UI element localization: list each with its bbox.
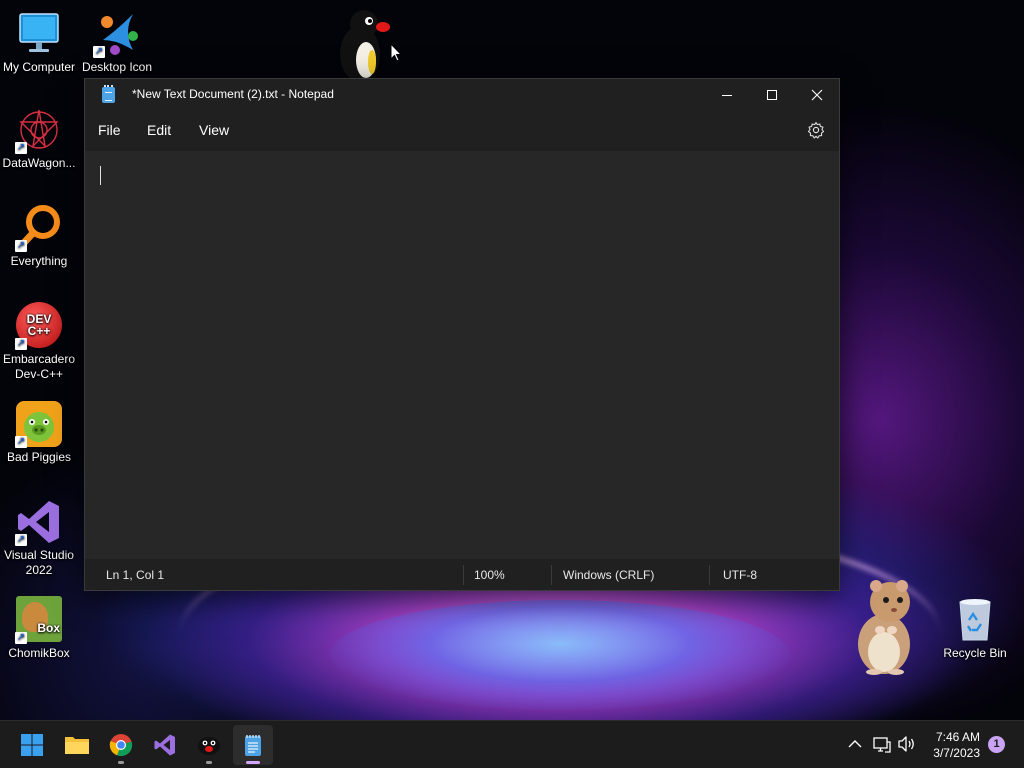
chomikbox-logo-text: Box bbox=[37, 621, 60, 635]
status-divider bbox=[551, 565, 552, 585]
notepad-icon bbox=[245, 735, 261, 756]
window-title: *New Text Document (2).txt - Notepad bbox=[132, 87, 334, 101]
menu-view[interactable]: View bbox=[199, 122, 229, 138]
desktop-icon-label: DataWagon... bbox=[2, 156, 76, 170]
desktop-icon-visual-studio[interactable]: ↗ Visual Studio 2022 bbox=[0, 498, 79, 578]
text-caret bbox=[100, 166, 101, 185]
visual-studio-icon bbox=[154, 734, 175, 756]
shortcut-arrow-icon: ↗ bbox=[15, 240, 27, 252]
running-indicator bbox=[118, 761, 124, 764]
minimize-button[interactable] bbox=[704, 79, 750, 111]
maximize-button[interactable] bbox=[749, 79, 795, 111]
notification-badge[interactable]: 1 bbox=[988, 736, 1005, 753]
maximize-icon bbox=[767, 90, 777, 100]
desktop-icon-label: Desktop Icon bbox=[81, 60, 153, 74]
taskbar-pingu[interactable] bbox=[189, 725, 229, 765]
desktop-icon-label: Recycle Bin bbox=[943, 646, 1007, 660]
volume-icon[interactable] bbox=[897, 734, 917, 754]
desktop-icon-everything[interactable]: ↗ Everything bbox=[0, 204, 79, 269]
recycle-bin-icon bbox=[951, 596, 999, 644]
taskbar: 7:46 AM 3/7/2023 1 bbox=[0, 720, 1024, 768]
desktop-icon-recycle-bin[interactable]: Recycle Bin bbox=[935, 596, 1015, 661]
shortcut-arrow-icon: ↗ bbox=[15, 338, 27, 350]
hamster-desktop-pet bbox=[850, 572, 920, 678]
monitor-icon bbox=[15, 10, 63, 58]
status-divider bbox=[463, 565, 464, 585]
desktop-icon-datawagon[interactable]: ↗ DataWagon... bbox=[0, 106, 79, 171]
notepad-window[interactable]: *New Text Document (2).txt - Notepad Fil… bbox=[84, 78, 840, 591]
close-button[interactable] bbox=[794, 79, 840, 111]
gear-icon[interactable] bbox=[807, 121, 825, 139]
active-indicator bbox=[246, 761, 260, 764]
notepad-titlebar[interactable]: *New Text Document (2).txt - Notepad bbox=[85, 79, 839, 111]
notepad-statusbar: Ln 1, Col 1 100% Windows (CRLF) UTF-8 bbox=[85, 559, 839, 590]
desktop-icon-label: ChomikBox bbox=[8, 646, 70, 660]
network-icon[interactable] bbox=[872, 734, 892, 754]
taskbar-file-explorer[interactable] bbox=[57, 725, 97, 765]
magnifier-icon: ↗ bbox=[15, 204, 63, 252]
taskbar-notepad[interactable] bbox=[233, 725, 273, 765]
notepad-menubar: File Edit View bbox=[85, 111, 839, 151]
shortcut-arrow-icon: ↗ bbox=[15, 436, 27, 448]
desktop-icon-label: Embarcadero Dev-C++ bbox=[2, 352, 76, 381]
chrome-icon bbox=[109, 734, 133, 757]
status-line-ending: Windows (CRLF) bbox=[563, 568, 655, 582]
datawagon-icon: ↗ bbox=[15, 106, 63, 154]
running-indicator bbox=[206, 761, 212, 764]
close-icon bbox=[811, 89, 823, 101]
devcpp-icon: DEV C++ ↗ bbox=[15, 302, 63, 350]
taskbar-visual-studio[interactable] bbox=[145, 725, 185, 765]
taskbar-chrome[interactable] bbox=[101, 725, 141, 765]
windows-start-icon bbox=[21, 734, 43, 756]
pingu-desktop-mascot bbox=[328, 6, 392, 82]
start-button[interactable] bbox=[12, 725, 52, 765]
status-cursor-position: Ln 1, Col 1 bbox=[106, 568, 165, 582]
desktop-icon-my-computer[interactable]: My Computer bbox=[0, 10, 79, 75]
minimize-icon bbox=[722, 95, 732, 96]
shortcut-arrow-icon: ↗ bbox=[15, 534, 27, 546]
shortcut-arrow-icon: ↗ bbox=[15, 142, 27, 154]
pingu-icon bbox=[198, 737, 220, 755]
desktop-icon-chomikbox[interactable]: Box ↗ ChomikBox bbox=[0, 596, 79, 661]
colorful-balls-icon: ↗ bbox=[93, 10, 141, 58]
clock-time: 7:46 AM bbox=[935, 730, 980, 744]
devcpp-logo-text: DEV C++ bbox=[26, 312, 52, 338]
taskbar-clock[interactable]: 7:46 AM 3/7/2023 bbox=[933, 729, 980, 761]
chomikbox-icon: Box ↗ bbox=[15, 596, 63, 644]
bad-piggies-icon: ↗ bbox=[15, 400, 63, 448]
desktop-icon-devcpp[interactable]: DEV C++ ↗ Embarcadero Dev-C++ bbox=[0, 302, 79, 382]
folder-icon bbox=[65, 737, 89, 754]
shortcut-arrow-icon: ↗ bbox=[15, 632, 27, 644]
menu-file[interactable]: File bbox=[98, 122, 121, 138]
mouse-pointer-icon bbox=[390, 42, 403, 67]
desktop-icon-bad-piggies[interactable]: ↗ Bad Piggies bbox=[0, 400, 79, 465]
chevron-up-icon[interactable] bbox=[845, 734, 865, 754]
clock-date: 3/7/2023 bbox=[933, 746, 980, 760]
desktop-icon-desktop-icon[interactable]: ↗ Desktop Icon bbox=[77, 10, 157, 75]
desktop-icon-label: Visual Studio 2022 bbox=[4, 548, 74, 577]
menu-edit[interactable]: Edit bbox=[147, 122, 171, 138]
desktop-icon-label: My Computer bbox=[2, 60, 76, 74]
visual-studio-icon: ↗ bbox=[15, 498, 63, 546]
status-zoom: 100% bbox=[474, 568, 505, 582]
shortcut-arrow-icon: ↗ bbox=[93, 46, 105, 58]
text-editor-area[interactable] bbox=[85, 151, 839, 559]
desktop-icon-label: Everything bbox=[10, 254, 68, 268]
status-divider bbox=[709, 565, 710, 585]
desktop-icon-label: Bad Piggies bbox=[6, 450, 72, 464]
status-encoding: UTF-8 bbox=[723, 568, 757, 582]
notepad-app-icon bbox=[102, 85, 115, 103]
